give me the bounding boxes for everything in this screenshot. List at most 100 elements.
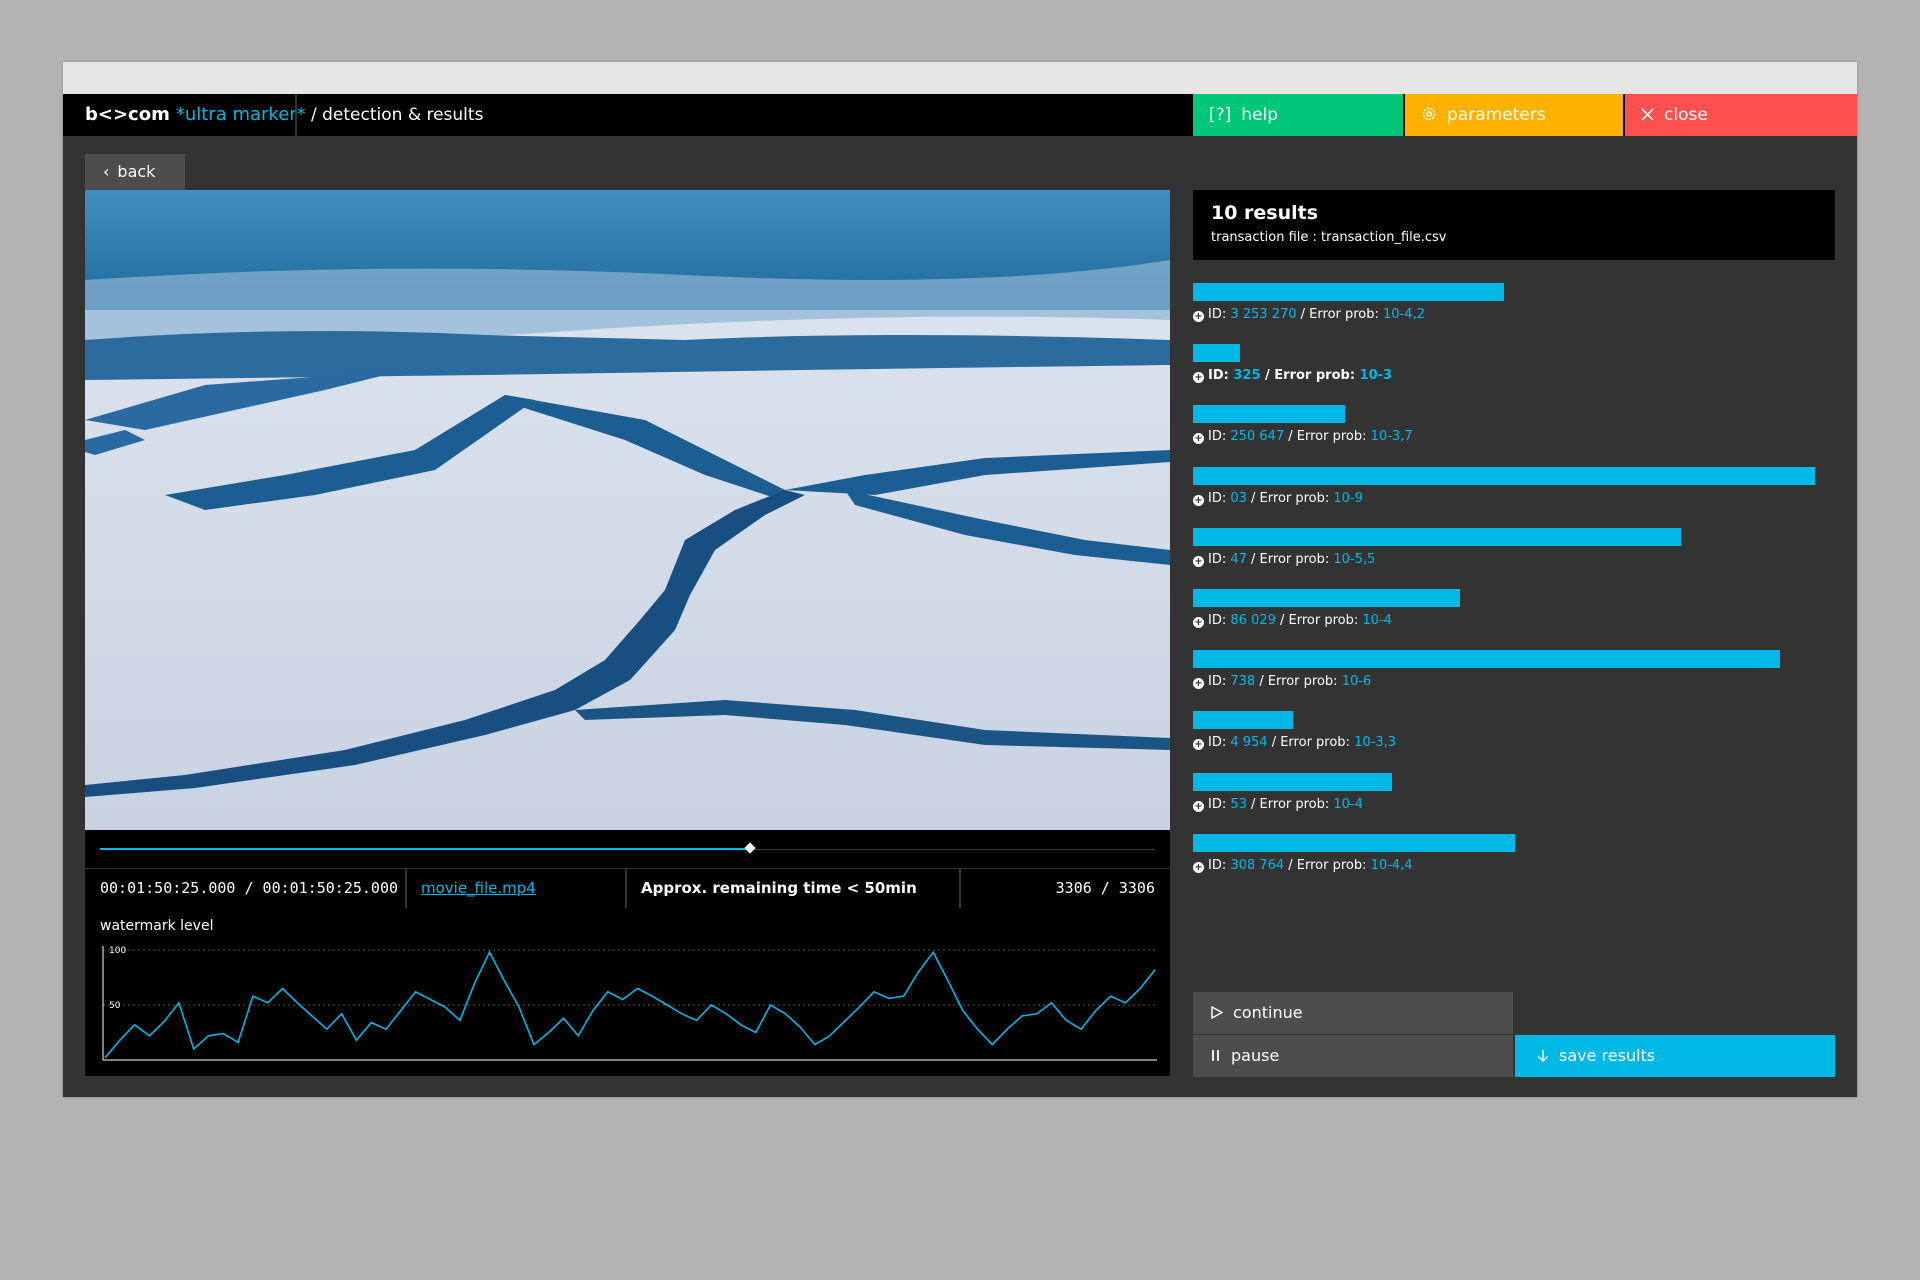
expand-plus-icon[interactable]: + xyxy=(1193,800,1204,812)
result-score-bar xyxy=(1193,283,1504,301)
error-prob: 10-3 xyxy=(1359,368,1393,384)
err-prefix: / Error prob: xyxy=(1260,368,1360,384)
error-prob: 10-4 xyxy=(1333,796,1363,812)
err-prefix: / Error prob: xyxy=(1246,796,1334,812)
transaction-file: transaction file : transaction_file.csv xyxy=(1211,230,1447,245)
watermark-chart-svg: 100 50 xyxy=(102,946,1157,1061)
parameters-button[interactable]: parameters xyxy=(1405,94,1623,136)
help-icon: [?] xyxy=(1209,105,1232,125)
result-item[interactable]: + ID: 308 764 / Error prob: 10-4,4 xyxy=(1193,833,1833,878)
result-item[interactable]: + ID: 738 / Error prob: 10-6 xyxy=(1193,650,1833,694)
close-icon xyxy=(1641,94,1654,136)
result-score-bar xyxy=(1193,589,1460,607)
video-frame[interactable] xyxy=(85,190,1170,830)
expand-plus-icon[interactable]: + xyxy=(1193,372,1204,384)
id-prefix: ID: xyxy=(1208,490,1231,506)
result-label: + ID: 4 954 / Error prob: 10-3,3 xyxy=(1193,735,1396,751)
parameters-label: parameters xyxy=(1447,105,1546,125)
expand-plus-icon[interactable]: + xyxy=(1193,311,1204,322)
id-prefix: ID: xyxy=(1208,307,1231,322)
result-label: + ID: 47 / Error prob: 10-5,5 xyxy=(1193,552,1375,567)
expand-plus-icon[interactable]: + xyxy=(1193,433,1204,445)
result-id: 47 xyxy=(1230,551,1247,567)
expand-plus-icon[interactable]: + xyxy=(1193,678,1204,690)
expand-plus-icon[interactable]: + xyxy=(1193,739,1204,751)
result-id: 03 xyxy=(1230,490,1247,506)
watermark-chart: watermark level 100 50 xyxy=(85,908,1170,1076)
result-label: + ID: 308 764 / Error prob: 10-4,4 xyxy=(1193,858,1413,873)
help-button[interactable]: [?] help xyxy=(1193,94,1403,136)
pause-label: pause xyxy=(1231,1046,1280,1065)
scrubber-progress xyxy=(100,848,750,850)
brand: b<>com *ultra marker* xyxy=(85,94,306,136)
movie-file-link[interactable]: movie_file.mp4 xyxy=(405,869,625,908)
result-item[interactable]: + ID: 325 / Error prob: 10-3 xyxy=(1193,344,1833,388)
remaining-time: Approx. remaining time < 50min xyxy=(625,869,959,908)
result-score-bar xyxy=(1193,405,1345,424)
expand-plus-icon[interactable]: + xyxy=(1193,555,1204,567)
close-button[interactable]: close xyxy=(1625,94,1857,136)
id-prefix: ID: xyxy=(1208,613,1231,628)
video-scrubber[interactable] xyxy=(85,830,1170,868)
scrubber-handle[interactable] xyxy=(744,842,756,854)
result-label: + ID: 738 / Error prob: 10-6 xyxy=(1193,674,1372,690)
expand-plus-icon[interactable]: + xyxy=(1193,494,1204,506)
result-item[interactable]: + ID: 03 / Error prob: 10-9 xyxy=(1193,466,1833,511)
err-prefix: / Error prob: xyxy=(1246,551,1334,567)
y-tick-label: 100 xyxy=(109,946,126,956)
continue-label: continue xyxy=(1233,1003,1303,1022)
id-prefix: ID: xyxy=(1208,368,1234,384)
id-prefix: ID: xyxy=(1208,674,1231,690)
result-score-bar xyxy=(1193,772,1392,791)
error-prob: 10-4 xyxy=(1362,613,1392,628)
id-prefix: ID: xyxy=(1208,735,1231,751)
close-label: close xyxy=(1664,105,1708,125)
result-score-bar xyxy=(1193,527,1681,546)
logo: b<>com xyxy=(85,104,170,125)
error-prob: 10-3,7 xyxy=(1370,429,1413,445)
back-button[interactable]: ‹ back xyxy=(85,154,185,190)
err-prefix: / Error prob: xyxy=(1284,857,1371,873)
pause-button[interactable]: pause xyxy=(1193,1035,1513,1077)
error-prob: 10-4,2 xyxy=(1383,307,1425,322)
result-item[interactable]: + ID: 250 647 / Error prob: 10-3,7 xyxy=(1193,405,1833,449)
err-prefix: / Error prob: xyxy=(1267,735,1355,751)
back-label: back xyxy=(117,162,156,181)
timecode: 00:01:50:25.000 / 00:01:50:25.000 xyxy=(100,879,399,897)
result-label: + ID: 03 / Error prob: 10-9 xyxy=(1193,491,1363,506)
continue-button[interactable]: continue xyxy=(1193,992,1513,1034)
help-label: help xyxy=(1241,105,1279,125)
err-prefix: / Error prob: xyxy=(1255,674,1342,690)
result-score-bar xyxy=(1193,711,1293,730)
app-header: b<>com *ultra marker* / detection & resul… xyxy=(63,94,1857,136)
expand-plus-icon[interactable]: + xyxy=(1193,617,1204,628)
result-id: 53 xyxy=(1230,796,1247,812)
err-prefix: / Error prob: xyxy=(1296,307,1384,322)
download-icon xyxy=(1537,1035,1549,1077)
error-prob: 10-5,5 xyxy=(1333,551,1376,567)
result-item[interactable]: + ID: 47 / Error prob: 10-5,5 xyxy=(1193,527,1833,572)
id-prefix: ID: xyxy=(1208,551,1231,567)
chevron-left-icon: ‹ xyxy=(103,162,110,181)
result-score-bar xyxy=(1193,344,1240,363)
result-id: 86 029 xyxy=(1230,613,1276,628)
result-label: + ID: 325 / Error prob: 10-3 xyxy=(1193,368,1393,384)
error-prob: 10-6 xyxy=(1341,674,1372,690)
y-tick-label: 50 xyxy=(109,1001,121,1011)
err-prefix: / Error prob: xyxy=(1284,429,1371,445)
expand-plus-icon[interactable]: + xyxy=(1193,861,1204,873)
result-item[interactable]: + ID: 53 / Error prob: 10-4 xyxy=(1193,772,1833,817)
result-id: 325 xyxy=(1233,368,1261,384)
results-count: 10 results xyxy=(1211,202,1319,224)
result-score-bar xyxy=(1193,466,1815,485)
result-item[interactable]: + ID: 86 029 / Error prob: 10-4 xyxy=(1193,589,1833,633)
save-results-button[interactable]: save results xyxy=(1515,1035,1835,1077)
result-item[interactable]: + ID: 4 954 / Error prob: 10-3,3 xyxy=(1193,711,1833,755)
result-id: 738 xyxy=(1230,674,1256,690)
window-chrome xyxy=(63,62,1857,94)
result-id: 250 647 xyxy=(1230,429,1285,445)
result-id: 308 764 xyxy=(1230,857,1285,873)
player-info-bar: 00:01:50:25.000 / 00:01:50:25.000 movie_… xyxy=(85,868,1170,908)
result-item[interactable]: + ID: 3 253 270 / Error prob: 10-4,2 xyxy=(1193,283,1833,327)
result-id: 3 253 270 xyxy=(1230,307,1297,322)
